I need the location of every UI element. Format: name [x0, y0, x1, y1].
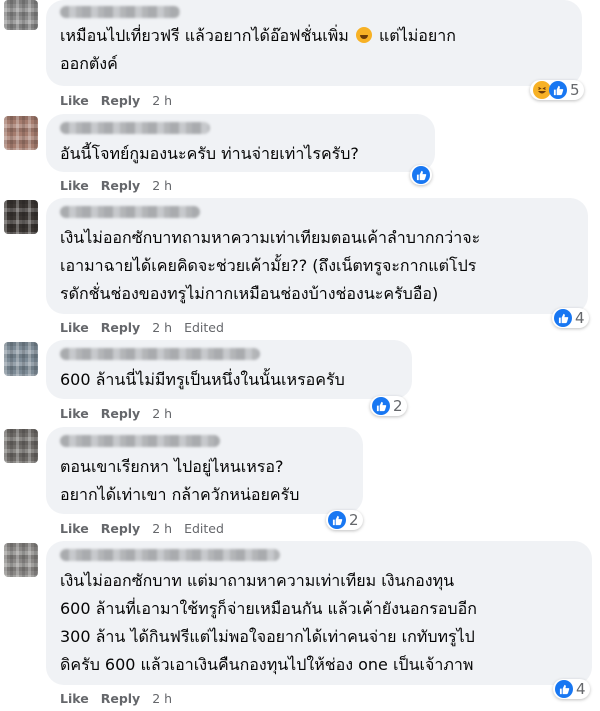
commenter-name[interactable]	[60, 206, 200, 218]
reply-link[interactable]: Reply	[101, 406, 140, 421]
comment-line: ดิครับ 600 แล้วเอาเงินคืนกองทุนไปให้ช่อง…	[60, 655, 474, 674]
comment-actions: Like Reply 2 h	[60, 691, 172, 706]
comment-text: อันนี้โจทย์กูมองนะครับ ท่านจ่ายเท่าไรครั…	[60, 140, 423, 168]
comment-bubble: อันนี้โจทย์กูมองนะครับ ท่านจ่ายเท่าไรครั…	[46, 114, 435, 172]
reaction-summary[interactable]: 2	[326, 510, 363, 530]
reaction-count: 4	[576, 680, 586, 698]
like-reaction-icon	[555, 680, 573, 698]
reaction-count: 2	[349, 511, 359, 529]
reaction-count: 5	[570, 81, 580, 99]
comment-actions: Like Reply 2 h	[60, 93, 172, 108]
like-link[interactable]: Like	[60, 521, 89, 536]
reply-link[interactable]: Reply	[101, 691, 140, 706]
like-link[interactable]: Like	[60, 93, 89, 108]
reaction-count: 2	[393, 397, 403, 415]
comment-actions: Like Reply 2 h	[60, 178, 172, 193]
commenter-name[interactable]	[60, 122, 210, 134]
comment-bubble: เงินไม่ออกซักบาทถามหาความเท่าเทียมตอนเค้…	[46, 198, 588, 314]
reply-link[interactable]: Reply	[101, 320, 140, 335]
comment-line: เงินไม่ออกซักบาทถามหาความเท่าเทียมตอนเค้…	[60, 228, 481, 247]
reply-link[interactable]: Reply	[101, 178, 140, 193]
comment-bubble: ตอนเขาเรียกหา ไปอยู่ไหนเหรอ? อยากได้เท่า…	[46, 427, 363, 514]
comment-line: อันนี้โจทย์กูมองนะครับ ท่านจ่ายเท่าไรครั…	[60, 144, 359, 163]
timestamp[interactable]: 2 h	[152, 691, 172, 706]
comment-text: ตอนเขาเรียกหา ไปอยู่ไหนเหรอ? อยากได้เท่า…	[60, 453, 351, 509]
avatar[interactable]	[4, 342, 38, 376]
avatar[interactable]	[4, 116, 38, 150]
like-reaction-icon	[549, 81, 567, 99]
comment-bubble: เหมือนไปเที่ยวฟรี แล้วอยากได้อ๊อฟชั่นเพิ…	[46, 0, 582, 86]
comment-actions: Like Reply 2 h Edited	[60, 320, 224, 335]
reaction-count: 4	[575, 309, 585, 327]
comment-text: เงินไม่ออกซักบาทถามหาความเท่าเทียมตอนเค้…	[60, 224, 576, 308]
reply-link[interactable]: Reply	[101, 521, 140, 536]
comment-line: 300 ล้าน ได้กินฟรีแต่ไม่พอใจอยากได้เท่าค…	[60, 627, 475, 646]
timestamp[interactable]: 2 h	[152, 178, 172, 193]
avatar[interactable]	[4, 0, 38, 30]
comment-text: 600 ล้านนี่ไม่มีทรูเป็นหนึ่งในนั้นเหรอคร…	[60, 366, 400, 394]
comment-line: เหมือนไปเที่ยวฟรี แล้วอยากได้อ๊อฟชั่นเพิ…	[60, 26, 349, 45]
edited-label[interactable]: Edited	[184, 320, 224, 335]
like-reaction-icon	[412, 166, 430, 184]
comment-line: 600 ล้านที่เอามาใช้ทรูก็จ่ายเหมือนกัน แล…	[60, 599, 477, 618]
comment-actions: Like Reply 2 h	[60, 406, 172, 421]
comment-actions: Like Reply 2 h Edited	[60, 521, 224, 536]
reaction-summary[interactable]: 4	[553, 679, 590, 699]
reaction-summary[interactable]	[410, 165, 432, 185]
comment-line: ออกตังค์	[60, 54, 118, 73]
commenter-name[interactable]	[60, 348, 260, 360]
timestamp[interactable]: 2 h	[152, 406, 172, 421]
comment-bubble: 600 ล้านนี่ไม่มีทรูเป็นหนึ่งในนั้นเหรอคร…	[46, 340, 412, 399]
like-reaction-icon	[554, 309, 572, 327]
edited-label[interactable]: Edited	[184, 521, 224, 536]
avatar[interactable]	[4, 429, 38, 463]
comment-line: เงินไม่ออกซักบาท แต่มาถามหาความเท่าเทียม…	[60, 571, 455, 590]
like-link[interactable]: Like	[60, 178, 89, 193]
like-reaction-icon	[372, 397, 390, 415]
commenter-name[interactable]	[60, 549, 280, 561]
like-link[interactable]: Like	[60, 691, 89, 706]
reaction-summary[interactable]: 4	[552, 308, 589, 328]
comment-bubble: เงินไม่ออกซักบาท แต่มาถามหาความเท่าเทียม…	[46, 541, 592, 685]
commenter-name[interactable]	[60, 435, 220, 447]
reaction-summary[interactable]: 5	[530, 80, 584, 100]
grinning-squint-emoji-icon	[355, 27, 372, 43]
avatar[interactable]	[4, 543, 38, 577]
comment-line: เอามาฉายได้เคยคิดจะช่วยเค้ามั้ย?? (ถึงเน…	[60, 256, 477, 275]
comment-line: อยากได้เท่าเขา กล้าควักหน่อยครับ	[60, 485, 300, 504]
comment-line: ตอนเขาเรียกหา ไปอยู่ไหนเหรอ?	[60, 457, 284, 476]
avatar[interactable]	[4, 200, 38, 234]
comment-text: เหมือนไปเที่ยวฟรี แล้วอยากได้อ๊อฟชั่นเพิ…	[60, 22, 570, 78]
like-link[interactable]: Like	[60, 320, 89, 335]
like-link[interactable]: Like	[60, 406, 89, 421]
timestamp[interactable]: 2 h	[152, 93, 172, 108]
comment-text: เงินไม่ออกซักบาท แต่มาถามหาความเท่าเทียม…	[60, 567, 580, 679]
timestamp[interactable]: 2 h	[152, 320, 172, 335]
comment-line: แต่ไม่อยาก	[378, 26, 456, 45]
commenter-name[interactable]	[60, 6, 180, 18]
reply-link[interactable]: Reply	[101, 93, 140, 108]
comment-line: 600 ล้านนี่ไม่มีทรูเป็นหนึ่งในนั้นเหรอคร…	[60, 370, 345, 389]
like-reaction-icon	[328, 511, 346, 529]
timestamp[interactable]: 2 h	[152, 521, 172, 536]
reaction-summary[interactable]: 2	[370, 396, 407, 416]
comment-line: รดักชั่นช่องของทรูไม่กากเหมือนช่องบ้างช่…	[60, 284, 439, 303]
